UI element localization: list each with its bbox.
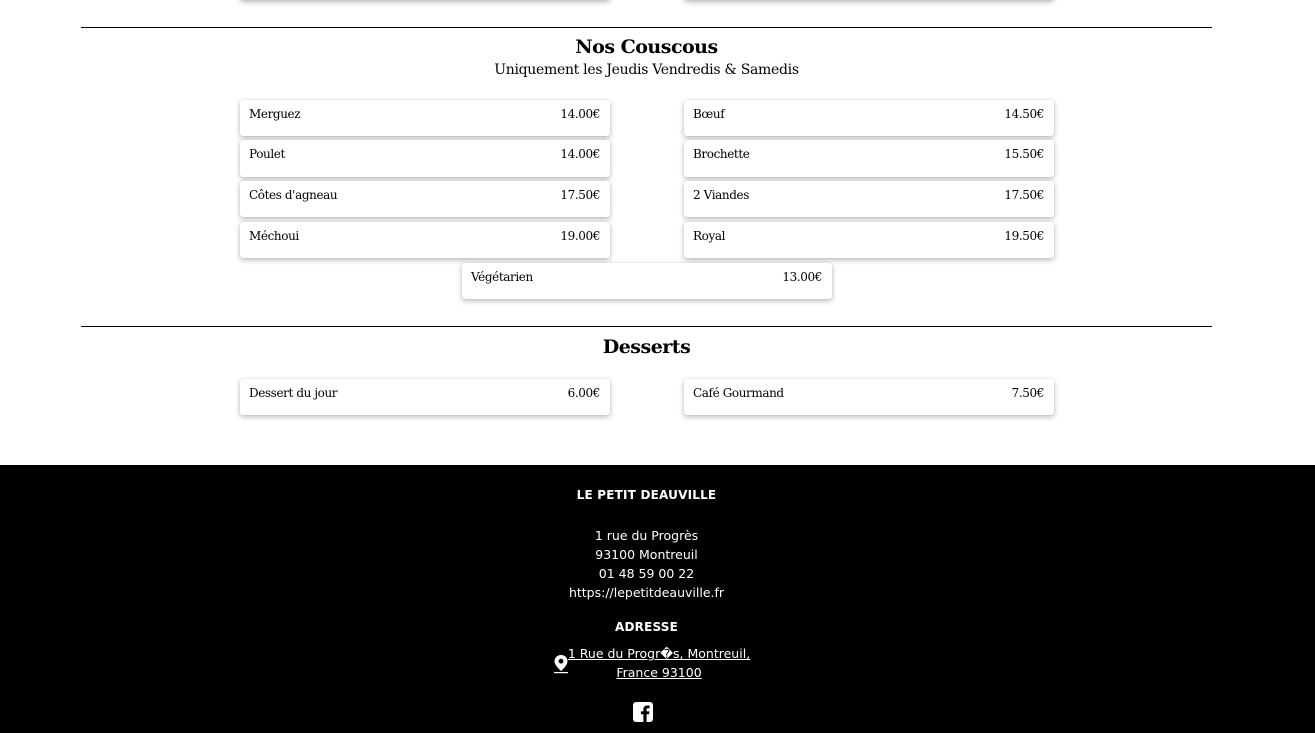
menu-item-name: Bœuf [693,107,725,121]
menu-item-name: Dessert du jour [249,386,338,400]
menu-item-mechoui: Méchoui 19.00€ [240,222,610,258]
section-title-desserts: Desserts [602,336,691,358]
footer-phone: 01 48 59 00 22 [598,566,695,581]
menu-item-royal: Royal 19.50€ [684,222,1054,258]
menu-item-price: 14.00€ [560,107,600,121]
menu-item-vegetarien: Végétarien 13.00€ [462,263,832,299]
menu-item-name: Végétarien [471,270,533,284]
footer-city: 93100 Montreuil [595,547,698,562]
menu-item-name: Méchoui [249,229,299,243]
menu-item-name: Brochette [693,147,750,161]
menu-item-price: 14.00€ [560,147,600,161]
footer-address-link-line2[interactable]: France 93100 [0,665,1315,680]
menu-item-name: 2 Viandes [693,188,749,202]
footer-brand: LE PETIT DEAUVILLE [576,488,717,502]
menu-item-name: Côtes d'agneau [249,188,338,202]
menu-item-price: 14.50€ [1004,107,1044,121]
menu-item-cotes-agneau: Côtes d'agneau 17.50€ [240,181,610,217]
menu-item-price: 15.50€ [1004,147,1044,161]
menu-item-price: 13.00€ [782,270,822,284]
menu-item-name: Merguez [249,107,301,121]
menu-item-2-viandes: 2 Viandes 17.50€ [684,181,1054,217]
section-divider [81,27,1212,28]
menu-item-price: 7.50€ [1011,386,1045,400]
site-footer: LE PETIT DEAUVILLE 1 rue du Progrès 9310… [0,465,1315,733]
menu-item-name: Café Gourmand [693,386,784,400]
section-title-couscous: Nos Couscous [575,36,718,58]
footer-street: 1 rue du Progrès [594,528,699,543]
section-subtitle-couscous: Uniquement les Jeudis Vendredis & Samedi… [494,62,799,78]
footer-address-link-line1[interactable]: 1 Rue du Progr�s, Montreuil, [0,646,1315,661]
facebook-icon[interactable] [633,702,653,722]
menu-item-cafe-gourmand: Café Gourmand 7.50€ [684,379,1054,415]
menu-item-poulet: Poulet 14.00€ [240,140,610,177]
menu-item-brochette: Brochette 15.50€ [684,140,1054,177]
menu-item-price: 19.50€ [1004,229,1044,243]
menu-item-name: Poulet [249,147,285,161]
menu-item-merguez: Merguez 14.00€ [240,100,610,136]
menu-item-price: 6.00€ [567,386,601,400]
footer-address-heading: ADRESSE [614,620,679,634]
menu-item-price: 17.50€ [1004,188,1044,202]
section-divider [81,326,1212,327]
menu-item-name: Royal [693,229,726,243]
menu-item-dessert-du-jour: Dessert du jour 6.00€ [240,379,610,415]
menu-item-price: 19.00€ [560,229,600,243]
menu-item-price: 17.50€ [560,188,600,202]
footer-website: https://lepetitdeauville.fr [568,585,725,600]
menu-item-boeuf: Bœuf 14.50€ [684,100,1054,136]
